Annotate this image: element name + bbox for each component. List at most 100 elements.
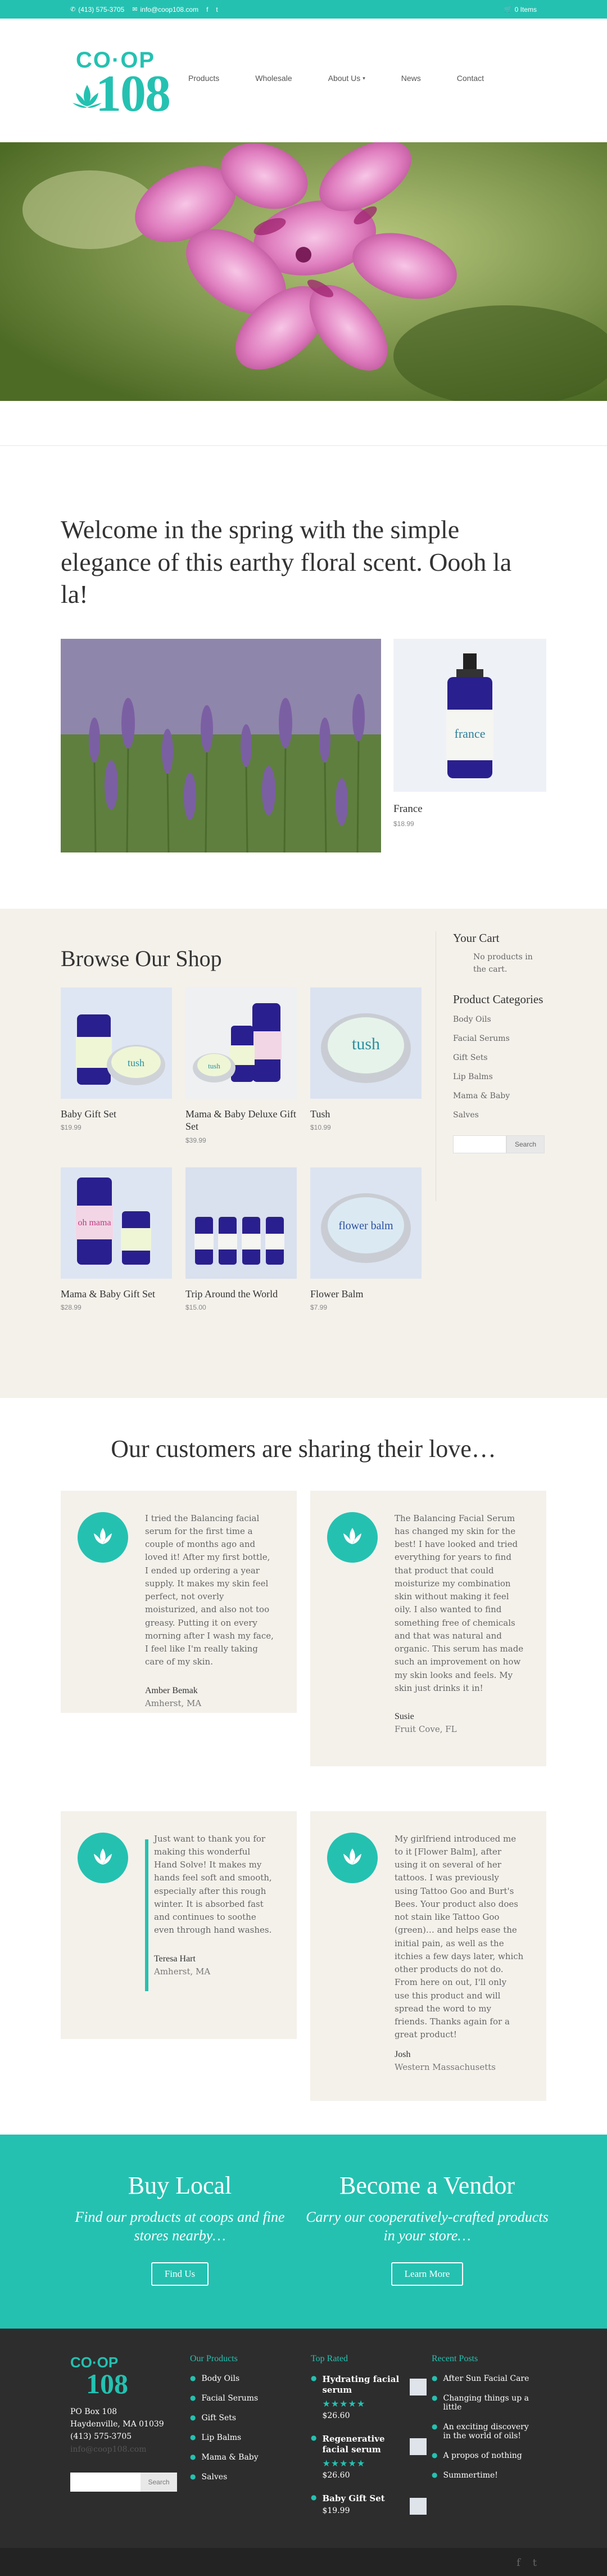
product-name[interactable]: Trip Around the World [185, 1288, 297, 1301]
product-name[interactable]: Mama & Baby Gift Set [61, 1288, 172, 1301]
category-link[interactable]: Mama & Baby [453, 1091, 548, 1100]
product-name[interactable]: Tush [310, 1108, 422, 1121]
product-image: tush [61, 987, 172, 1099]
become-vendor-subtitle: Carry our cooperatively-crafted products… [306, 2208, 549, 2244]
footer-logo[interactable]: CO·OP 108 [70, 2354, 177, 2398]
svg-text:tush: tush [208, 1062, 220, 1070]
footer-products-col: Our Products ● Body Oils ● Facial Serums ●… [190, 2354, 259, 2492]
product-card[interactable]: tush Baby Gift Set $19.99 [61, 987, 172, 1167]
rated-product[interactable]: ● Baby Gift Set $19.99 [311, 2493, 427, 2515]
product-name[interactable]: Baby Gift Set [61, 1108, 172, 1121]
bullet-icon: ● [190, 2433, 196, 2441]
baby-gift-set-graphic: tush [76, 1014, 165, 1085]
nav-contact[interactable]: Contact [457, 74, 484, 83]
recent-post-link[interactable]: ● An exciting discovery in the world of o… [432, 2422, 538, 2440]
twitter-icon[interactable]: t [533, 2557, 537, 2569]
footer-product-label: Mama & Baby [201, 2452, 259, 2462]
category-link[interactable]: Body Oils [453, 1015, 548, 1024]
cart-empty-message: No products in the cart. [473, 952, 533, 975]
category-list: Body Oils Facial Serums Gift Sets Lip Ba… [453, 1015, 548, 1120]
bullet-icon: ● [190, 2472, 196, 2480]
category-link[interactable]: Salves [453, 1111, 548, 1120]
testimonial-quote: My girlfriend introduced me to it [Flowe… [395, 1833, 524, 2040]
product-card[interactable]: tush Mama & Baby Deluxe Gift Set $39.99 [185, 987, 297, 1167]
product-name[interactable]: Mama & Baby Deluxe Gift Set [185, 1108, 297, 1133]
featured-product-name[interactable]: France [393, 803, 546, 815]
footer-product-link[interactable]: ● Body Oils [190, 2374, 259, 2383]
footer-product-link[interactable]: ● Salves [190, 2473, 259, 2482]
tush-tin-graphic: tush [321, 1013, 411, 1083]
footer-rated-col: Top Rated ● Hydrating facial serum ★★★★★… [311, 2354, 427, 2529]
lotus-avatar-icon [78, 1512, 128, 1563]
address-line: PO Box 108 [70, 2407, 117, 2416]
product-price: $10.99 [310, 1124, 331, 1131]
category-link[interactable]: Facial Serums [453, 1034, 548, 1043]
bullet-icon: ● [432, 2422, 438, 2430]
recent-post-link[interactable]: ● Changing things up a little [432, 2394, 538, 2412]
bullet-icon: ● [311, 2493, 317, 2501]
product-name[interactable]: Flower Balm [310, 1288, 422, 1301]
phone-link[interactable]: ✆ (413) 575-3705 [70, 6, 124, 13]
product-card[interactable]: oh mama Mama & Baby Gift Set $28.99 [61, 1167, 172, 1347]
chevron-down-icon: ▾ [363, 75, 365, 81]
cart-widget-title: Your Cart [453, 931, 500, 945]
product-price: $39.99 [185, 1136, 206, 1144]
recent-post-link[interactable]: ● Summertime! [432, 2471, 538, 2480]
site-footer: CO·OP 108 PO Box 108 Haydenville, MA 010… [0, 2328, 607, 2576]
lavender-image [61, 638, 381, 852]
shop-search-input[interactable] [453, 1135, 506, 1153]
svg-text:flower balm: flower balm [338, 1220, 393, 1232]
footer-email[interactable]: info@coop108.com [70, 2443, 177, 2456]
footer-product-link[interactable]: ● Mama & Baby [190, 2453, 259, 2462]
find-us-button[interactable]: Find Us [151, 2262, 209, 2286]
category-link[interactable]: Lip Balms [453, 1072, 548, 1081]
footer-product-link[interactable]: ● Lip Balms [190, 2433, 259, 2442]
footer-product-link[interactable]: ● Facial Serums [190, 2394, 259, 2403]
site-logo[interactable]: CO·OP 108 [70, 47, 171, 122]
rated-price: $26.60 [322, 2411, 350, 2420]
product-card[interactable]: tush Tush $10.99 [310, 987, 422, 1167]
category-link[interactable]: Gift Sets [453, 1053, 548, 1062]
nav-news[interactable]: News [401, 74, 421, 83]
nav-about[interactable]: About Us ▾ [328, 74, 365, 83]
footer-bottom-bar: f t [0, 2547, 607, 2576]
recent-post-link[interactable]: ● A propos of nothing [432, 2451, 538, 2460]
phone-icon: ✆ [70, 6, 76, 13]
footer-product-label: Facial Serums [201, 2393, 259, 2403]
logo-number: 108 [96, 65, 171, 122]
nav-wholesale[interactable]: Wholesale [255, 74, 292, 83]
footer-search-button[interactable]: Search [141, 2473, 177, 2492]
nav-products[interactable]: Products [188, 74, 219, 83]
cart-link[interactable]: 🛒 0 Items [504, 6, 537, 13]
facebook-icon[interactable]: f [517, 2557, 520, 2569]
product-card[interactable]: Trip Around the World $15.00 [185, 1167, 297, 1347]
rated-info: Hydrating facial serum ★★★★★ $26.60 [322, 2374, 401, 2420]
product-price: $28.99 [61, 1303, 81, 1311]
rated-product[interactable]: ● Hydrating facial serum ★★★★★ $26.60 [311, 2374, 427, 2420]
shop-search-button[interactable]: Search [506, 1135, 545, 1153]
cart-icon: 🛒 [504, 6, 512, 13]
rated-name: Hydrating facial serum [322, 2374, 400, 2395]
learn-more-button[interactable]: Learn More [391, 2262, 464, 2286]
rated-product[interactable]: ● Regenerative facial serum ★★★★★ $26.60 [311, 2434, 427, 2480]
footer-product-link[interactable]: ● Gift Sets [190, 2413, 259, 2422]
email-link[interactable]: ✉ info@coop108.com [132, 6, 198, 13]
testimonial-location: Amherst, MA [154, 1966, 211, 1977]
footer-search-input[interactable] [70, 2473, 141, 2492]
facebook-icon[interactable]: f [206, 6, 208, 13]
twitter-icon[interactable]: t [216, 6, 218, 13]
spray-bottle-icon: france [446, 653, 493, 778]
testimonial-card: My girlfriend introduced me to it [Flowe… [310, 1811, 546, 2101]
footer-product-label: Lip Balms [201, 2433, 242, 2442]
shop-sidebar: Your Cart No products in the cart. Produ… [436, 931, 548, 1201]
lotus-avatar-icon [327, 1832, 378, 1883]
footer-products-list: ● Body Oils ● Facial Serums ● Gift Sets ● Li… [190, 2374, 259, 2482]
featured-product-price: $18.99 [393, 819, 414, 828]
footer-product-label: Body Oils [201, 2374, 240, 2383]
product-card[interactable]: flower balm Flower Balm $7.99 [310, 1167, 422, 1347]
bullet-icon: ● [432, 2374, 438, 2382]
cta-section: Buy Local Find our products at coops and… [0, 2134, 607, 2329]
geranium-flowers-image [0, 142, 607, 401]
featured-product-card[interactable]: france France $18.99 [393, 638, 546, 852]
recent-post-link[interactable]: ● After Sun Facial Care [432, 2374, 538, 2383]
